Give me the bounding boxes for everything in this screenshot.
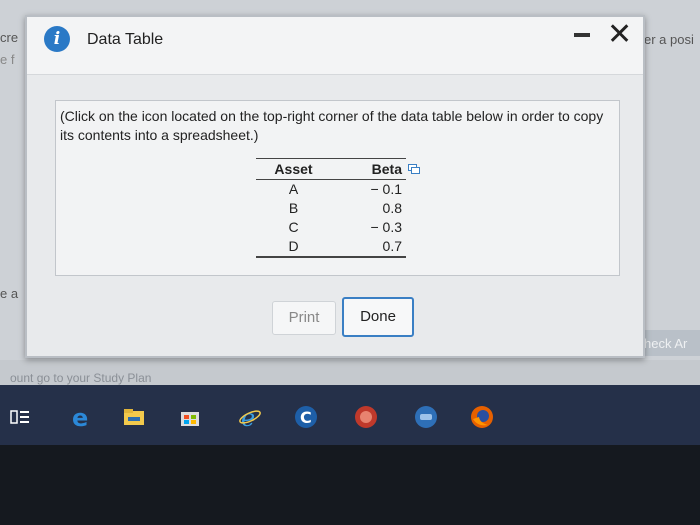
table-cell: C: [288, 219, 299, 235]
copy-to-spreadsheet-icon[interactable]: [408, 164, 420, 175]
table-cell: 0.8: [382, 200, 402, 216]
table-header-row: Asset Beta: [256, 158, 406, 180]
edge-icon[interactable]: e: [68, 405, 92, 429]
close-icon[interactable]: ✕: [607, 19, 632, 51]
table-row: A − 0.1: [256, 180, 406, 200]
table-cell: D: [256, 237, 331, 258]
table-cell: 0.7: [331, 237, 406, 258]
app-c-icon[interactable]: C: [294, 405, 318, 429]
table-row: D 0.7: [256, 237, 406, 258]
print-button[interactable]: Print: [272, 301, 336, 335]
data-table: Asset Beta A − 0.1 B 0.8 C − 0.3 D 0.7: [256, 158, 406, 258]
table-cell: − 0.3: [370, 219, 402, 235]
table-cell: A: [288, 181, 299, 197]
app-red-icon[interactable]: [354, 405, 378, 429]
instruction-text: (Click on the icon located on the top-ri…: [60, 108, 604, 143]
dialog-title: Data Table: [87, 31, 164, 48]
task-view-icon[interactable]: [8, 405, 32, 429]
svg-text:C: C: [300, 408, 312, 427]
monitor-bezel: [0, 445, 700, 525]
table-cell: − 0.1: [370, 181, 402, 197]
file-explorer-icon[interactable]: [122, 405, 146, 429]
taskbar: e e C: [0, 385, 700, 445]
firefox-icon[interactable]: [470, 405, 494, 429]
table-row: C − 0.3: [256, 218, 406, 237]
ie-icon[interactable]: e: [238, 405, 262, 429]
column-header-beta: Beta: [331, 158, 406, 180]
bg-text-fragment: cre: [0, 30, 19, 45]
data-table-dialog: i Data Table ✕ (Click on the icon locate…: [25, 15, 645, 358]
content-box: (Click on the icon located on the top-ri…: [55, 100, 620, 276]
info-icon: i: [44, 26, 70, 52]
app-blue-icon[interactable]: [414, 405, 438, 429]
table-row: B 0.8: [256, 199, 406, 218]
bg-text-fragment: e f: [0, 52, 15, 67]
done-button[interactable]: Done: [342, 297, 414, 337]
bg-text-fragment: e a: [0, 286, 19, 301]
svg-text:e: e: [72, 405, 88, 429]
dialog-header: i Data Table ✕: [27, 17, 643, 75]
bg-text-fragment: ount go to your Study Plan: [10, 371, 152, 385]
minimize-icon[interactable]: [574, 33, 590, 37]
table-cell: B: [288, 200, 299, 216]
bg-text-fragment: er a posi: [644, 32, 694, 47]
column-header-asset: Asset: [256, 158, 331, 180]
store-icon[interactable]: [178, 405, 202, 429]
